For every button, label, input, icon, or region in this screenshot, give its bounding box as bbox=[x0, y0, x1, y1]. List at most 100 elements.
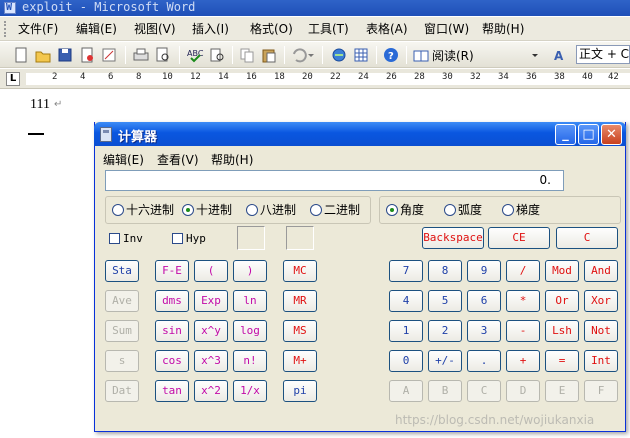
key-sta[interactable]: Sta bbox=[105, 260, 139, 282]
key-3[interactable]: 3 bbox=[467, 320, 501, 342]
key-m-plus[interactable]: M+ bbox=[283, 350, 317, 372]
calc-menu-edit[interactable]: 编辑(E) bbox=[103, 151, 144, 168]
print-preview-icon[interactable] bbox=[100, 46, 118, 64]
read-mode-button[interactable]: 阅读(R) bbox=[432, 47, 474, 64]
key-int[interactable]: Int bbox=[584, 350, 618, 372]
key-multiply[interactable]: * bbox=[506, 290, 540, 312]
ce-button[interactable]: CE bbox=[488, 227, 550, 249]
toolbar-options-icon[interactable] bbox=[530, 46, 540, 64]
backspace-button[interactable]: Backspace bbox=[422, 227, 484, 249]
key-dms[interactable]: dms bbox=[155, 290, 189, 312]
help-icon[interactable]: ? bbox=[382, 46, 400, 64]
open-folder-icon[interactable] bbox=[34, 46, 52, 64]
paste-icon[interactable] bbox=[260, 46, 278, 64]
preview-icon[interactable] bbox=[154, 46, 172, 64]
checkbox-hyp[interactable]: Hyp bbox=[172, 232, 206, 245]
menu-file[interactable]: 文件(F) bbox=[18, 21, 58, 37]
key-fe[interactable]: F-E bbox=[155, 260, 189, 282]
key-cos[interactable]: cos bbox=[155, 350, 189, 372]
key-hex-b[interactable]: B bbox=[428, 380, 462, 402]
key-tan[interactable]: tan bbox=[155, 380, 189, 402]
permission-icon[interactable] bbox=[78, 46, 96, 64]
menu-insert[interactable]: 插入(I) bbox=[192, 21, 229, 37]
radio-radians[interactable]: 弧度 bbox=[444, 203, 482, 217]
key-hex-c[interactable]: C bbox=[467, 380, 501, 402]
c-button[interactable]: C bbox=[556, 227, 618, 249]
key-ms[interactable]: MS bbox=[283, 320, 317, 342]
key-hex-a[interactable]: A bbox=[389, 380, 423, 402]
calc-menu-help[interactable]: 帮助(H) bbox=[211, 151, 253, 168]
research-icon[interactable] bbox=[208, 46, 226, 64]
key-4[interactable]: 4 bbox=[389, 290, 423, 312]
key-dat[interactable]: Dat bbox=[105, 380, 139, 402]
key-decimal[interactable]: . bbox=[467, 350, 501, 372]
new-document-icon[interactable] bbox=[12, 46, 30, 64]
key-9[interactable]: 9 bbox=[467, 260, 501, 282]
key-plus[interactable]: + bbox=[506, 350, 540, 372]
checkbox-inv[interactable]: Inv bbox=[109, 232, 143, 245]
key-s[interactable]: s bbox=[105, 350, 139, 372]
style-select[interactable]: 正文 + Ca bbox=[576, 45, 630, 64]
key-ave[interactable]: Ave bbox=[105, 290, 139, 312]
key-x-squared[interactable]: x^2 bbox=[194, 380, 228, 402]
maximize-button[interactable]: □ bbox=[578, 124, 599, 145]
minimize-button[interactable]: _ bbox=[555, 124, 576, 145]
key-1[interactable]: 1 bbox=[389, 320, 423, 342]
key-or[interactable]: Or bbox=[545, 290, 579, 312]
calc-menu-view[interactable]: 查看(V) bbox=[157, 151, 199, 168]
key-log[interactable]: log bbox=[233, 320, 267, 342]
radio-oct[interactable]: 八进制 bbox=[246, 203, 296, 217]
menu-help[interactable]: 帮助(H) bbox=[482, 21, 524, 37]
key-x-pow-y[interactable]: x^y bbox=[194, 320, 228, 342]
tab-selector[interactable]: L bbox=[6, 72, 20, 86]
key-pi[interactable]: pi bbox=[283, 380, 317, 402]
menu-table[interactable]: 表格(A) bbox=[366, 21, 408, 37]
key-lsh[interactable]: Lsh bbox=[545, 320, 579, 342]
menu-format[interactable]: 格式(O) bbox=[250, 21, 293, 37]
spelling-icon[interactable]: ABC bbox=[186, 46, 204, 64]
key-hex-e[interactable]: E bbox=[545, 380, 579, 402]
key-and[interactable]: And bbox=[584, 260, 618, 282]
radio-degrees[interactable]: 角度 bbox=[386, 203, 424, 217]
styles-pane-icon[interactable]: A bbox=[552, 46, 570, 64]
key-8[interactable]: 8 bbox=[428, 260, 462, 282]
key-mc[interactable]: MC bbox=[283, 260, 317, 282]
hyperlink-icon[interactable] bbox=[330, 46, 348, 64]
radio-grads[interactable]: 梯度 bbox=[502, 203, 540, 217]
key-close-paren[interactable]: ) bbox=[233, 260, 267, 282]
table-icon[interactable] bbox=[352, 46, 370, 64]
key-0[interactable]: 0 bbox=[389, 350, 423, 372]
key-x-cubed[interactable]: x^3 bbox=[194, 350, 228, 372]
menu-view[interactable]: 视图(V) bbox=[134, 21, 176, 37]
menu-tools[interactable]: 工具(T) bbox=[308, 21, 349, 37]
menu-edit[interactable]: 编辑(E) bbox=[76, 21, 117, 37]
key-minus[interactable]: - bbox=[506, 320, 540, 342]
key-6[interactable]: 6 bbox=[467, 290, 501, 312]
document-text[interactable]: 111 bbox=[30, 97, 50, 113]
key-negate[interactable]: +/- bbox=[428, 350, 462, 372]
copy-icon[interactable] bbox=[238, 46, 256, 64]
key-divide[interactable]: / bbox=[506, 260, 540, 282]
key-sum[interactable]: Sum bbox=[105, 320, 139, 342]
key-reciprocal[interactable]: 1/x bbox=[233, 380, 267, 402]
key-5[interactable]: 5 bbox=[428, 290, 462, 312]
key-exp[interactable]: Exp bbox=[194, 290, 228, 312]
key-equals[interactable]: = bbox=[545, 350, 579, 372]
key-factorial[interactable]: n! bbox=[233, 350, 267, 372]
key-hex-f[interactable]: F bbox=[584, 380, 618, 402]
key-not[interactable]: Not bbox=[584, 320, 618, 342]
calculator-title-bar[interactable]: 计算器 _ □ ✕ bbox=[94, 122, 626, 146]
key-7[interactable]: 7 bbox=[389, 260, 423, 282]
close-button[interactable]: ✕ bbox=[601, 124, 622, 145]
key-sin[interactable]: sin bbox=[155, 320, 189, 342]
save-icon[interactable] bbox=[56, 46, 74, 64]
key-2[interactable]: 2 bbox=[428, 320, 462, 342]
radio-hex[interactable]: 十六进制 bbox=[112, 203, 174, 217]
key-open-paren[interactable]: ( bbox=[194, 260, 228, 282]
print-icon[interactable] bbox=[132, 46, 150, 64]
radio-bin[interactable]: 二进制 bbox=[310, 203, 360, 217]
key-mod[interactable]: Mod bbox=[545, 260, 579, 282]
key-ln[interactable]: ln bbox=[233, 290, 267, 312]
key-xor[interactable]: Xor bbox=[584, 290, 618, 312]
radio-dec[interactable]: 十进制 bbox=[182, 203, 232, 217]
